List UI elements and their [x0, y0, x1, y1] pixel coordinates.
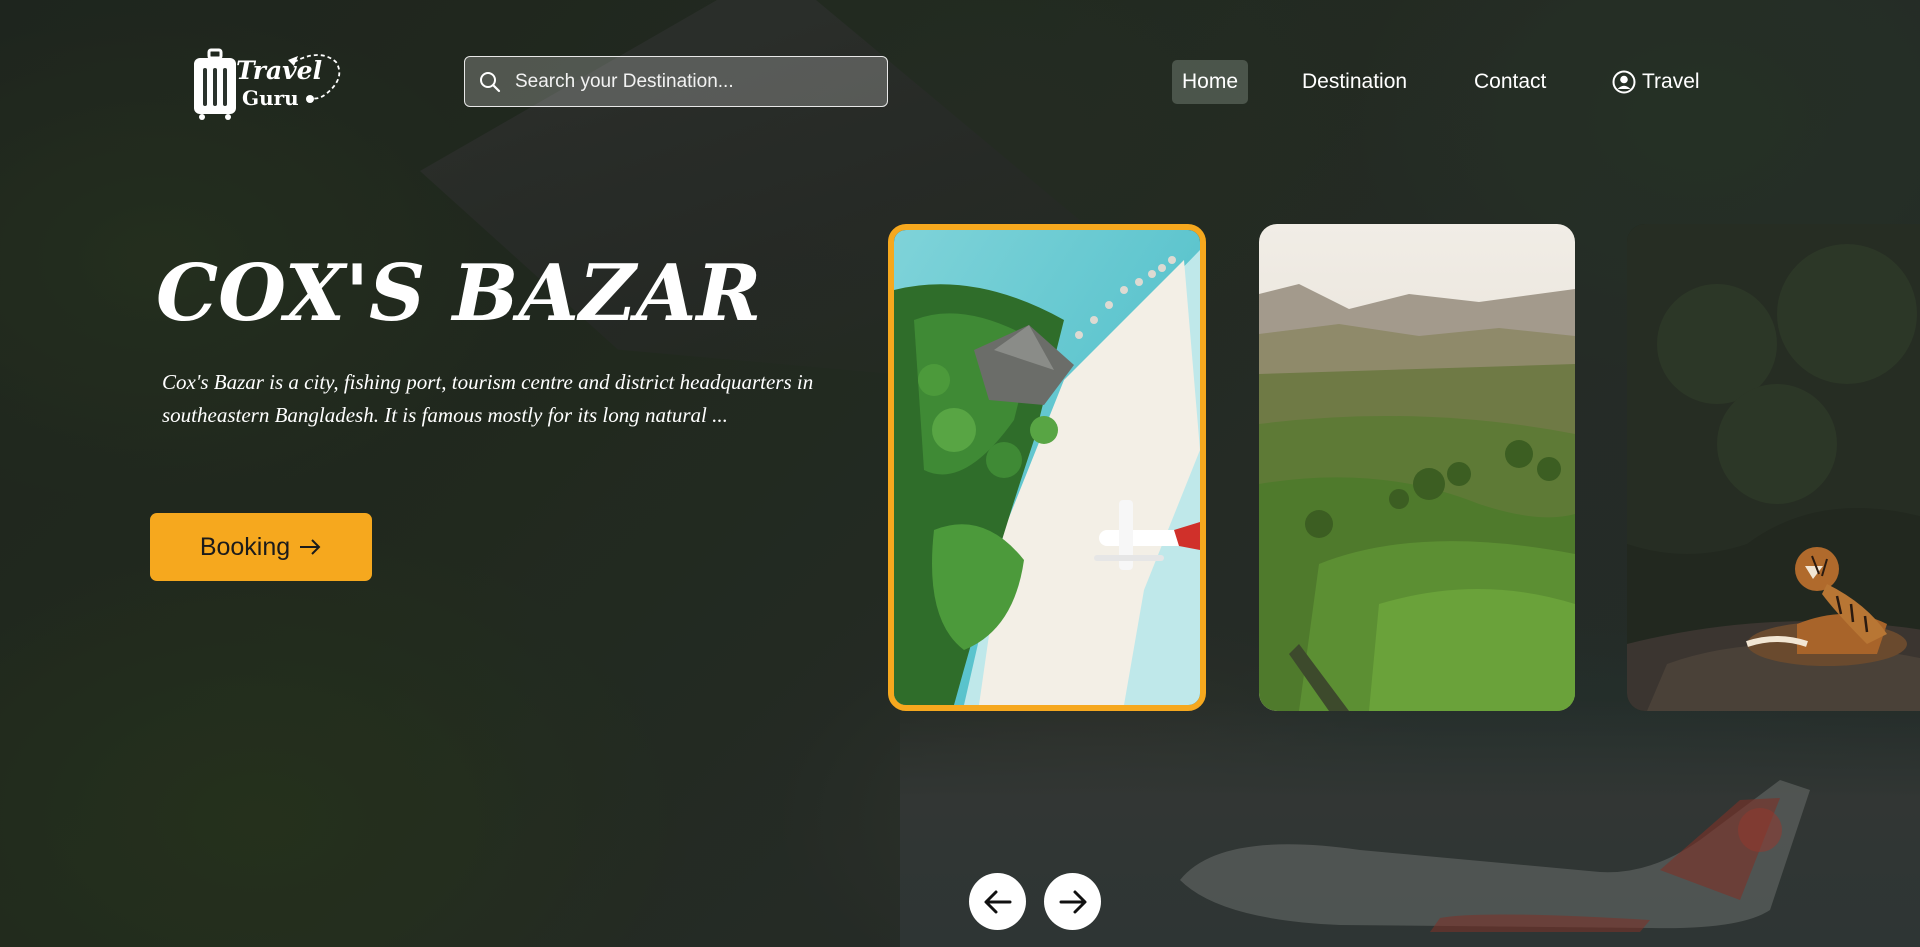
hills-image	[1259, 224, 1575, 711]
logo-text-travel: Travel	[236, 56, 323, 85]
destination-card-hills[interactable]	[1259, 224, 1575, 711]
search-input[interactable]	[513, 69, 877, 94]
destination-card-tiger[interactable]	[1627, 224, 1920, 711]
search-bar[interactable]	[464, 56, 888, 107]
nav-travel[interactable]: Travel	[1612, 60, 1700, 104]
slider-next-button[interactable]	[1044, 873, 1101, 930]
destination-description: Cox's Bazar is a city, fishing port, tou…	[162, 370, 814, 427]
destination-title: COX'S BAZAR	[156, 248, 762, 339]
slider-prev-button[interactable]	[969, 873, 1026, 930]
nav-home[interactable]: Home	[1172, 60, 1248, 104]
tiger-image	[1627, 224, 1920, 711]
destination-card-beach[interactable]	[888, 224, 1206, 711]
arrow-right-icon	[300, 539, 321, 555]
logo[interactable]: Travel Guru	[190, 46, 350, 122]
user-circle-icon	[1612, 70, 1636, 94]
logo-text-guru: Guru	[242, 86, 299, 110]
nav-destination[interactable]: Destination	[1302, 60, 1407, 104]
arrow-right-icon	[1059, 890, 1086, 913]
booking-button[interactable]: Booking	[150, 513, 372, 581]
search-icon	[479, 71, 501, 93]
booking-button-label: Booking	[199, 532, 291, 561]
beach-image	[894, 230, 1200, 705]
nav-contact[interactable]: Contact	[1474, 60, 1546, 104]
arrow-left-icon	[984, 890, 1011, 913]
nav-travel-label: Travel	[1642, 70, 1700, 93]
